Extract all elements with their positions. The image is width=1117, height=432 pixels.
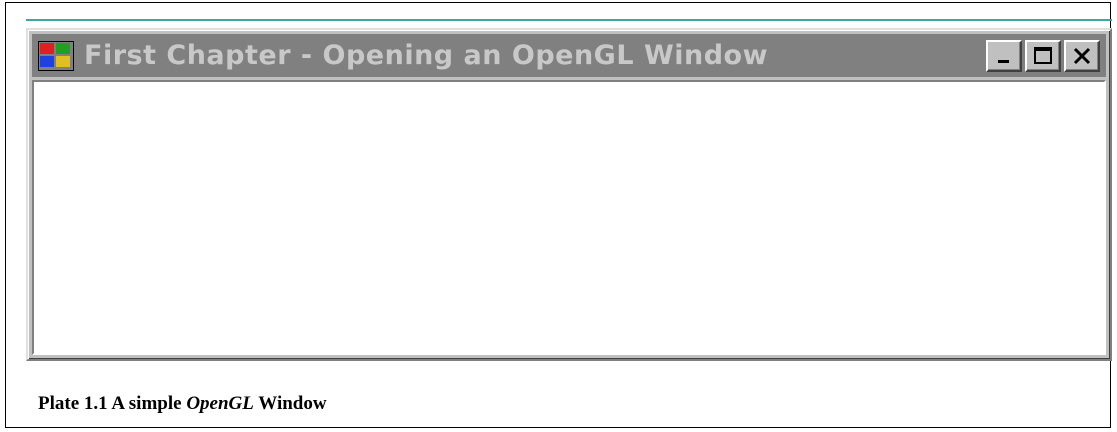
minimize-button[interactable] <box>986 39 1022 72</box>
title-bar[interactable]: First Chapter - Opening an OpenGL Window <box>32 34 1106 77</box>
close-button[interactable] <box>1064 39 1100 72</box>
opengl-client-area[interactable] <box>32 80 1106 355</box>
maximize-icon <box>1034 46 1052 64</box>
caption-suffix: Window <box>258 393 327 414</box>
opengl-window[interactable]: First Chapter - Opening an OpenGL Window <box>26 28 1112 361</box>
caption-emphasis: OpenGL <box>186 393 254 414</box>
figure-caption: Plate 1.1 A simple OpenGL Window <box>38 393 327 415</box>
window-title: First Chapter - Opening an OpenGL Window <box>84 40 769 71</box>
windows-flag-icon[interactable] <box>38 40 74 71</box>
window-controls <box>986 39 1100 72</box>
close-icon <box>1073 47 1091 64</box>
minimize-icon <box>998 59 1009 63</box>
caption-prefix: Plate 1.1 A simple <box>38 393 182 414</box>
maximize-button[interactable] <box>1025 39 1061 72</box>
accent-line <box>26 19 1112 21</box>
